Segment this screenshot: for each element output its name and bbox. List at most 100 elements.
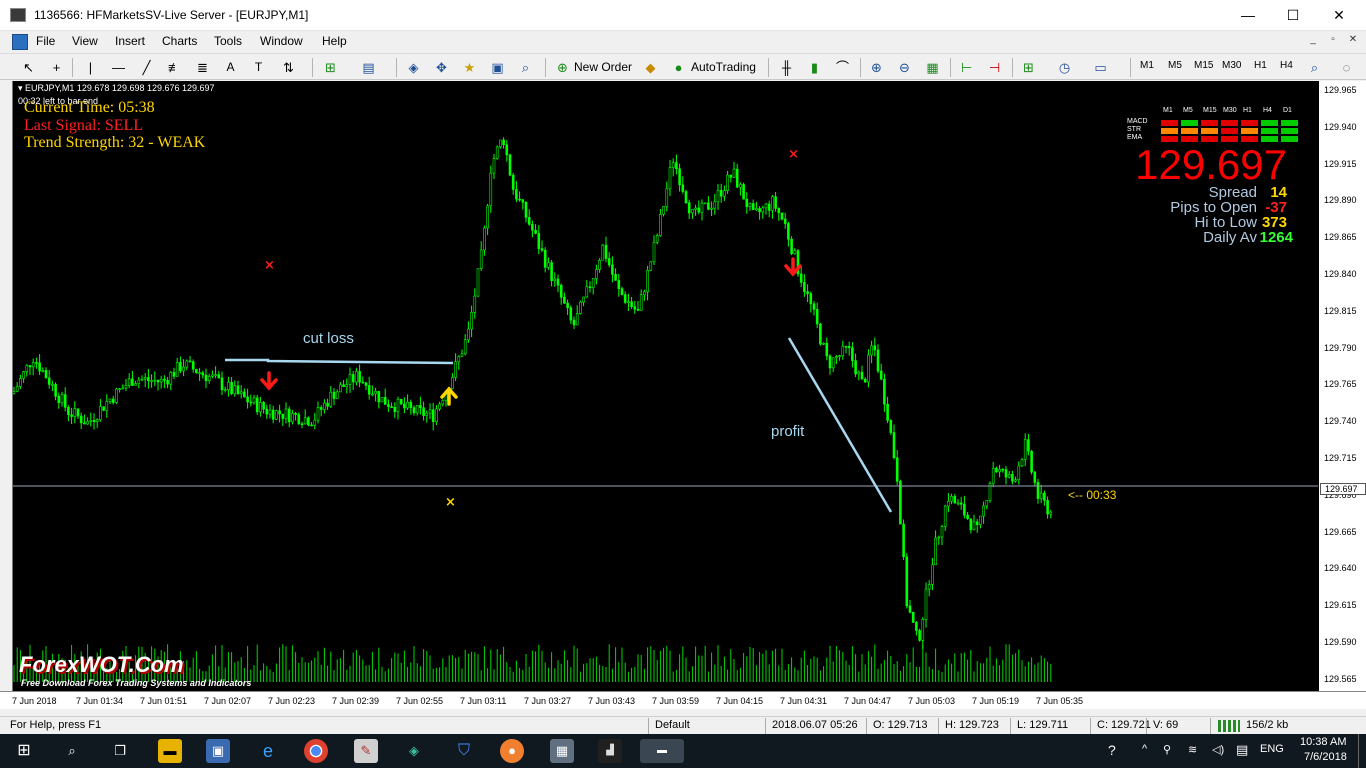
timeframe-h1[interactable]: H1	[1254, 60, 1267, 71]
candle-body	[870, 345, 873, 356]
candle-body	[822, 342, 825, 345]
new-chart-icon[interactable]: ⊞	[322, 59, 339, 76]
menu-window[interactable]: Window	[260, 34, 303, 48]
vertical-line-icon[interactable]: |	[82, 59, 99, 76]
candle-body	[259, 402, 262, 413]
mdi-restore-button[interactable]: ▫	[1326, 34, 1340, 45]
volume-icon[interactable]: ◁)	[1212, 743, 1224, 756]
candle-body	[25, 365, 29, 372]
shield-icon[interactable]: ⛉	[452, 739, 476, 763]
clock-time[interactable]: 10:38 AM	[1300, 736, 1346, 748]
horizontal-line-icon[interactable]: —	[110, 59, 127, 76]
maximize-button[interactable]: ☐	[1270, 0, 1316, 31]
time-label: 7 Jun 2018	[12, 696, 57, 706]
arrows-icon[interactable]: ⇅	[280, 59, 297, 76]
text-icon[interactable]: A	[222, 59, 239, 76]
candle-body	[867, 354, 870, 383]
language-indicator[interactable]: ENG	[1260, 743, 1284, 755]
price-level-label: 129.640	[1324, 563, 1357, 574]
file-explorer-icon[interactable]: ▬	[158, 739, 182, 763]
paint-icon[interactable]: ✎	[354, 739, 378, 763]
profiles-icon[interactable]: ▤	[360, 59, 377, 76]
zoom-in-icon[interactable]: ⊕	[868, 59, 885, 76]
show-desktop-button[interactable]	[1358, 734, 1359, 768]
indicators-icon[interactable]: ⊞	[1020, 59, 1037, 76]
timeframe-m30[interactable]: M30	[1222, 60, 1241, 71]
candle-body	[214, 374, 217, 376]
periods-icon[interactable]: ◷	[1056, 59, 1073, 76]
cursor-icon[interactable]: ↖	[20, 59, 37, 76]
new-order-button[interactable]: New Order	[574, 58, 632, 77]
candle-body	[953, 496, 957, 504]
candle-body	[819, 323, 822, 345]
candle-body	[201, 372, 205, 376]
chrome-icon[interactable]	[304, 739, 328, 763]
app-icon[interactable]: ▦	[550, 739, 574, 763]
crosshair-icon[interactable]: +	[48, 59, 65, 76]
tile-windows-icon[interactable]: ▦	[924, 59, 941, 76]
candle-body	[668, 167, 672, 190]
auto-scroll-icon[interactable]: ⊢	[958, 59, 975, 76]
menu-help[interactable]: Help	[322, 34, 347, 48]
line-chart-icon[interactable]: ⌒	[834, 59, 851, 76]
strategy-tester-icon[interactable]: ⌕	[517, 59, 534, 76]
fibonacci-icon[interactable]: ≣	[194, 59, 211, 76]
menu-insert[interactable]: Insert	[115, 34, 145, 48]
panel-signal-cell	[1181, 120, 1198, 126]
menu-view[interactable]: View	[72, 34, 98, 48]
favorites-icon[interactable]: ★	[461, 59, 478, 76]
price-axis[interactable]: 129.965 129.940 129.915 129.890 129.865 129.8…	[1318, 81, 1366, 691]
timeframe-h4[interactable]: H4	[1280, 60, 1293, 71]
app-icon[interactable]: ▣	[206, 739, 230, 763]
price-chart[interactable]: × × × ▾ EURJPY,M1 129.678 129.698 129.676 …	[12, 81, 1318, 691]
task-view-icon[interactable]: ❐	[108, 739, 132, 763]
time-axis[interactable]: 7 Jun 2018 7 Jun 01:34 7 Jun 01:51 7 Jun 02…	[0, 691, 1366, 709]
chart-shift-icon[interactable]: ⊣	[986, 59, 1003, 76]
zoom-out-icon[interactable]: ⊖	[896, 59, 913, 76]
chevron-up-icon[interactable]: ^	[1142, 743, 1147, 755]
menu-file[interactable]: File	[36, 34, 55, 48]
help-icon[interactable]: ?	[1108, 742, 1116, 758]
navigator-icon[interactable]: ✥	[433, 59, 450, 76]
metatrader-icon[interactable]: ▟	[598, 739, 622, 763]
notifications-icon[interactable]: ▤	[1236, 742, 1248, 758]
clock-date[interactable]: 7/6/2018	[1304, 751, 1347, 763]
wifi-icon[interactable]: ≋	[1188, 743, 1197, 756]
app-icon[interactable]: ◈	[402, 739, 426, 763]
candle-body	[377, 391, 381, 403]
chat-icon[interactable]: ◌	[1338, 59, 1355, 76]
windows-start-icon[interactable]: ⊞	[12, 739, 36, 763]
close-button[interactable]: ✕	[1316, 0, 1362, 31]
network-icon[interactable]: ⚲	[1163, 743, 1171, 756]
timeframe-m5[interactable]: M5	[1168, 60, 1182, 71]
bar-chart-icon[interactable]: ╫	[778, 59, 795, 76]
status-separator	[1210, 718, 1211, 734]
trendline-icon[interactable]: ╱	[138, 59, 155, 76]
timeframe-m15[interactable]: M15	[1194, 60, 1213, 71]
candle-body	[15, 386, 19, 392]
equidistant-channel-icon[interactable]: ≢	[166, 59, 183, 76]
candlestick-icon[interactable]: ▮	[806, 59, 823, 76]
autotrading-button[interactable]: AutoTrading	[691, 58, 756, 77]
terminal-icon[interactable]: ▣	[489, 59, 506, 76]
text-label-icon[interactable]: T	[250, 59, 267, 76]
minimize-button[interactable]: —	[1225, 0, 1271, 31]
menu-charts[interactable]: Charts	[162, 34, 197, 48]
market-watch-icon[interactable]: ◈	[405, 59, 422, 76]
metaeditor-icon[interactable]: ◆	[642, 59, 659, 76]
status-profile[interactable]: Default	[655, 719, 690, 731]
menu-tools[interactable]: Tools	[214, 34, 242, 48]
mdi-minimize-button[interactable]: _	[1306, 34, 1320, 45]
templates-icon[interactable]: ▭	[1092, 59, 1109, 76]
search-icon[interactable]: ⌕	[1306, 59, 1323, 76]
timeframe-m1[interactable]: M1	[1140, 60, 1154, 71]
candle-body	[150, 380, 153, 382]
search-icon[interactable]: ⌕	[60, 739, 84, 763]
candle-body	[940, 526, 944, 538]
edge-icon[interactable]: e	[256, 739, 280, 763]
time-label: 7 Jun 04:47	[844, 696, 892, 706]
mdi-close-button[interactable]: ✕	[1346, 34, 1360, 45]
app-icon[interactable]: ●	[500, 739, 524, 763]
metatrader-active-icon[interactable]: ▬	[640, 739, 684, 763]
candle-body	[1039, 492, 1043, 499]
